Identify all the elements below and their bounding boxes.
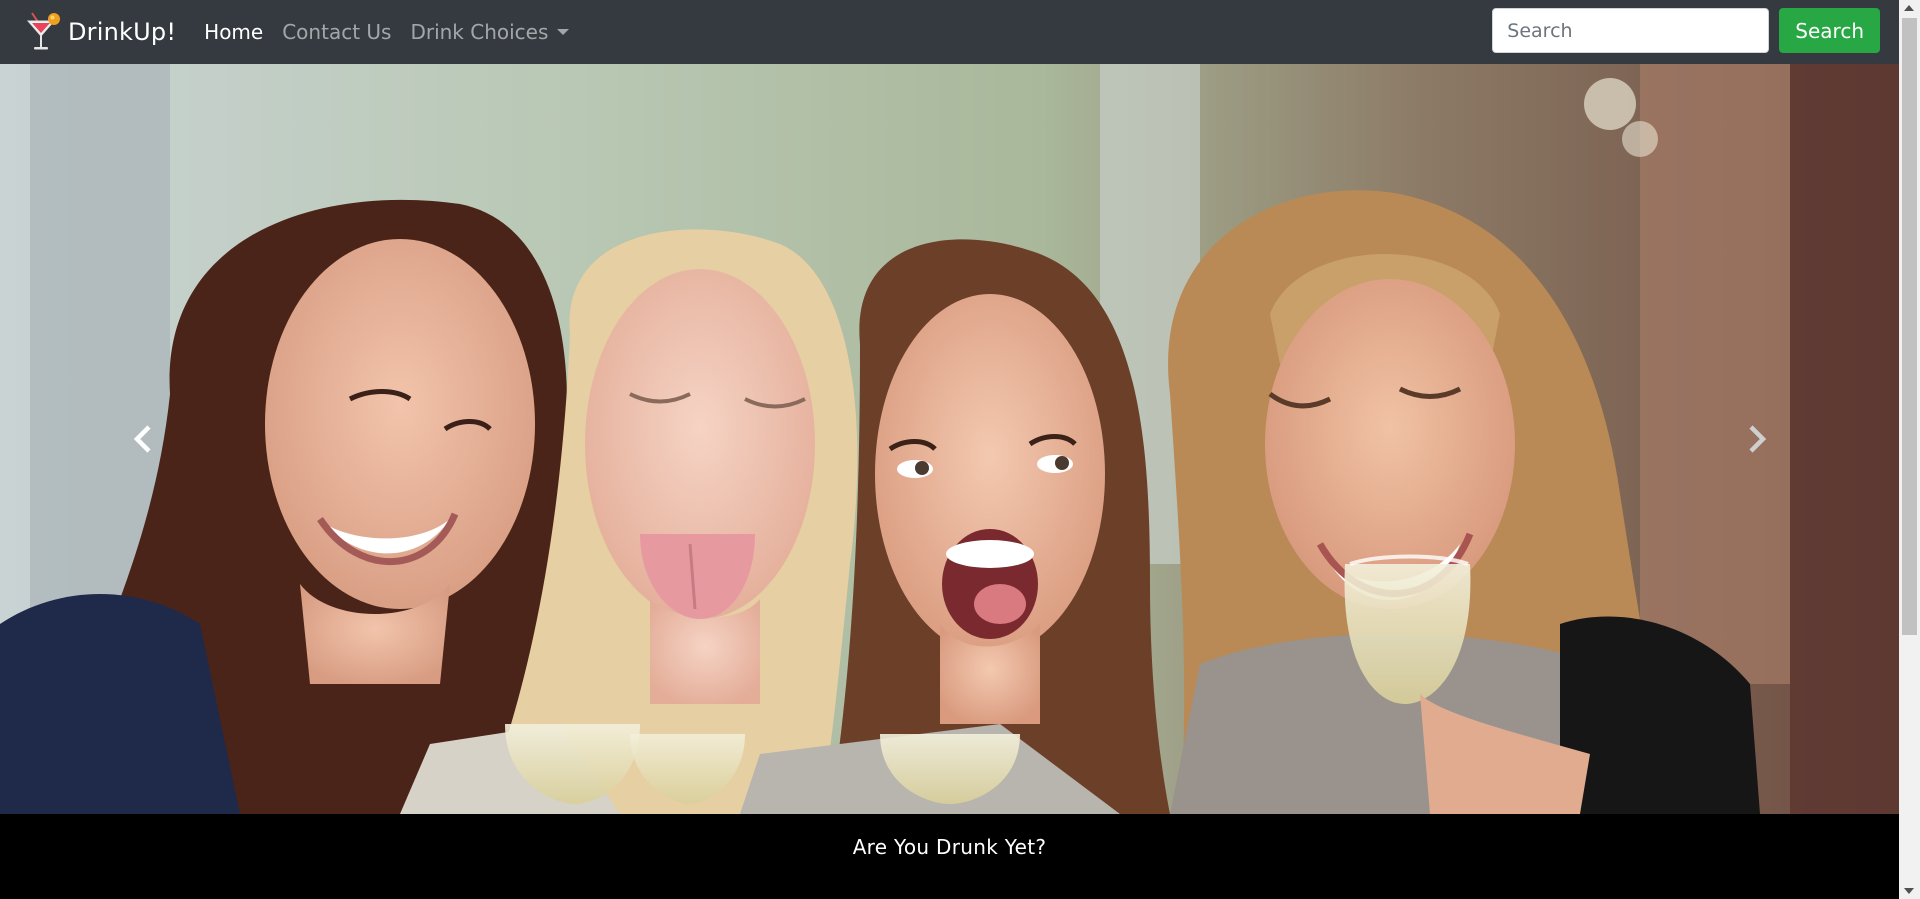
carousel-caption: Are You Drunk Yet? bbox=[852, 835, 1047, 859]
chevron-left-icon bbox=[133, 425, 151, 453]
page: DrinkUp! Home Contact Us Drink Choices S… bbox=[0, 0, 1899, 899]
brand-link[interactable]: DrinkUp! bbox=[26, 10, 176, 54]
hero-carousel bbox=[0, 64, 1899, 814]
carousel-next-control[interactable] bbox=[1614, 64, 1899, 814]
search-form: Search bbox=[1492, 8, 1880, 53]
vertical-scrollbar[interactable] bbox=[1899, 0, 1920, 899]
chevron-right-icon bbox=[1748, 425, 1766, 453]
nav-item-home[interactable]: Home bbox=[204, 20, 263, 44]
dropdown-label: Drink Choices bbox=[410, 20, 549, 44]
brand-name: DrinkUp! bbox=[68, 18, 177, 46]
caret-down-icon bbox=[557, 29, 570, 35]
scroll-up-icon[interactable] bbox=[1904, 5, 1914, 11]
search-input[interactable] bbox=[1492, 8, 1770, 53]
nav-dropdown-drink-choices[interactable]: Drink Choices bbox=[410, 20, 570, 44]
search-button[interactable]: Search bbox=[1779, 8, 1880, 53]
nav-links: Home Contact Us Drink Choices bbox=[204, 20, 588, 44]
carousel-prev-control[interactable] bbox=[0, 64, 285, 814]
nav-item-contact-us[interactable]: Contact Us bbox=[282, 20, 391, 44]
scroll-down-icon[interactable] bbox=[1904, 888, 1914, 894]
caption-bar: Are You Drunk Yet? bbox=[0, 814, 1899, 899]
cocktail-glass-icon bbox=[26, 12, 60, 50]
navbar: DrinkUp! Home Contact Us Drink Choices S… bbox=[0, 0, 1899, 64]
scrollbar-thumb[interactable] bbox=[1902, 18, 1917, 635]
